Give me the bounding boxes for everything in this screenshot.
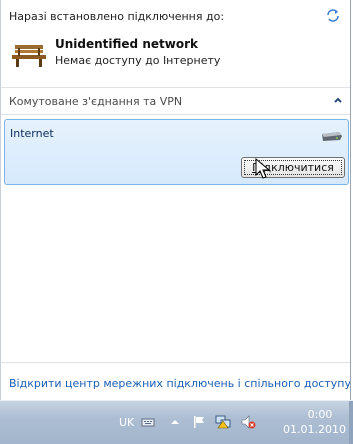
section-title: Комутоване з'єднання та VPN [9, 95, 183, 108]
keyboard-icon[interactable] [140, 414, 156, 430]
vpn-connection-name: Internet [10, 127, 54, 140]
network-name: Unidentified network [55, 37, 198, 51]
input-language[interactable]: UK [119, 416, 134, 429]
network-warning-icon[interactable] [215, 414, 231, 430]
mouse-pointer-icon [255, 158, 271, 179]
refresh-icon[interactable] [326, 8, 340, 22]
volume-muted-icon[interactable] [240, 414, 256, 430]
connected-to-label: Наразі встановлено підключення до: [9, 10, 225, 23]
divider [1, 114, 350, 115]
network-flyout: Наразі встановлено підключення до: Unide… [0, 0, 351, 400]
bench-network-icon [12, 45, 46, 67]
action-center-flag-icon[interactable] [191, 414, 207, 430]
show-hidden-icons-arrow[interactable] [167, 414, 183, 430]
connect-label-rest: ідключитися [260, 160, 334, 174]
network-status: Немає доступу до Інтернету [55, 54, 221, 67]
clock-date[interactable]: 01.01.2010 [283, 423, 346, 436]
current-network: Unidentified network Немає доступу до Ін… [9, 34, 339, 74]
divider [1, 362, 350, 363]
show-desktop-button[interactable] [349, 401, 353, 444]
open-network-center-link[interactable]: Відкрити центр мережних підключень і спі… [9, 377, 350, 390]
clock-time[interactable]: 0:00 [300, 408, 340, 421]
chevron-up-icon[interactable] [333, 96, 343, 104]
taskbar: UK 0:00 01.01.2010 [0, 400, 353, 444]
modem-icon [322, 132, 342, 141]
dialup-vpn-section-header[interactable]: Комутоване з'єднання та VPN [1, 88, 350, 112]
vpn-connection-item[interactable]: Internet Підключитися [4, 119, 349, 185]
